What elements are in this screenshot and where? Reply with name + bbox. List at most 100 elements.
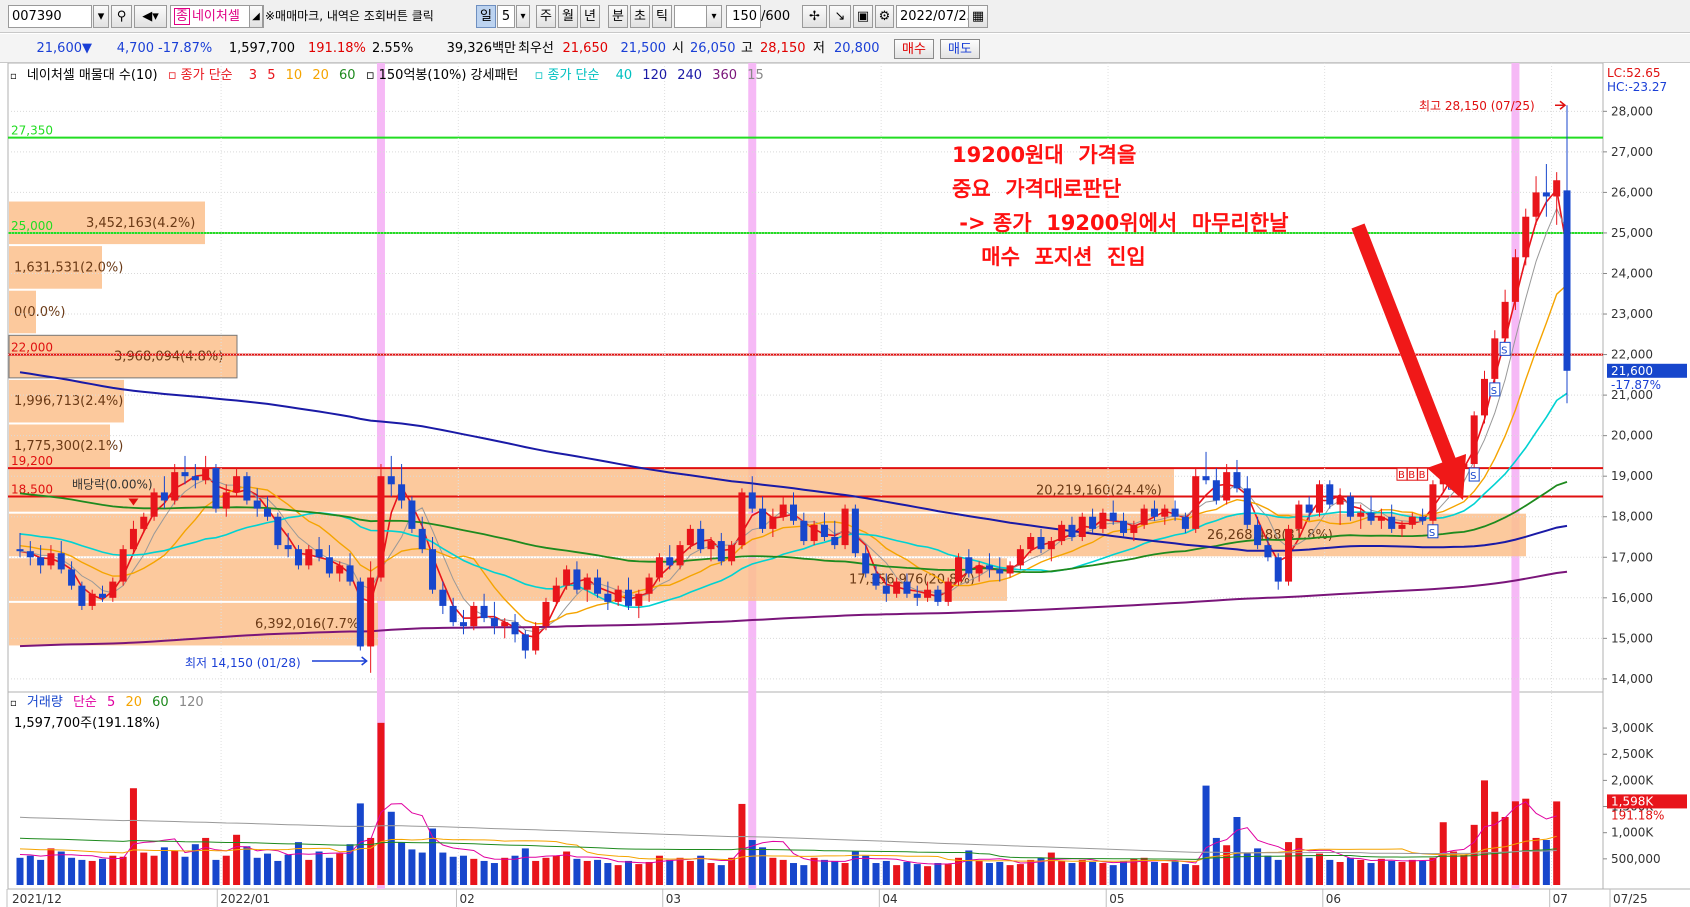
candle-body — [769, 516, 777, 529]
period-year-button[interactable]: 년 — [580, 5, 600, 28]
quote-bar: 21,600 ▼ 4,700 -17.87% 1,597,700 191.18%… — [0, 34, 1690, 63]
volume-bar — [1140, 857, 1148, 885]
volume-bar — [594, 859, 602, 885]
candle-body — [1295, 504, 1303, 529]
volume-bar — [1078, 859, 1086, 885]
volume-bar — [779, 859, 787, 885]
candle-body — [1274, 557, 1282, 582]
candle-body — [1480, 378, 1488, 416]
volume-legend-title: 거래량 — [26, 695, 63, 710]
candle-body — [851, 508, 859, 554]
candle-body — [1367, 512, 1375, 521]
trend-tool-icon[interactable]: ↘ — [829, 5, 851, 28]
volume-bar — [140, 852, 148, 885]
save-icon[interactable]: ▣ — [853, 5, 873, 28]
toolbar: 007390 ▾ ⚲ ◀▾ 종 네이처셀 ◢ ※매매마크, 내역은 조회버튼 클릭… — [0, 0, 1690, 33]
volume-bar — [325, 857, 333, 885]
count-input[interactable]: 150 — [726, 5, 761, 28]
candle-body — [748, 492, 756, 509]
search-icon[interactable]: ⚲ — [111, 5, 132, 28]
candle-body — [1377, 516, 1385, 521]
crosshair-icon[interactable]: ✢ — [802, 5, 827, 28]
candle-body — [759, 508, 767, 529]
volume-bar — [1501, 817, 1509, 885]
strong-marker-letter: S — [1429, 528, 1435, 539]
volume-bar — [284, 854, 292, 885]
current-price-tag: 21,600 — [1611, 364, 1653, 378]
candle-body — [882, 585, 890, 594]
period-day-button[interactable]: 일 — [476, 5, 496, 28]
down-arrow-icon: ▼ — [82, 41, 92, 56]
volume-bar — [1532, 837, 1540, 885]
candle-body — [521, 634, 529, 651]
volume-bar — [88, 860, 96, 885]
buy-marker-letter: B — [1419, 470, 1426, 481]
volume-bar — [1150, 861, 1158, 885]
candle-body — [1078, 516, 1086, 537]
volume-bar — [635, 864, 643, 885]
y-axis-tick-label: 16,000 — [1611, 591, 1653, 605]
volume-bar — [624, 860, 632, 885]
speaker-icon[interactable]: ◀▾ — [134, 5, 167, 28]
candle-body — [305, 549, 313, 566]
expand-corner-icon[interactable]: ◢ — [249, 5, 263, 28]
tick-dropdown-icon[interactable]: ▾ — [706, 5, 722, 28]
period-tick-button[interactable]: 틱 — [652, 5, 672, 28]
best-label: 최우선 — [518, 41, 554, 56]
volume-bar — [1161, 863, 1169, 885]
volume-bar — [68, 857, 76, 885]
volume-profile-label: 1,996,713(2.4%) — [14, 394, 123, 409]
candle-body — [800, 520, 808, 542]
calendar-icon[interactable]: ▦ — [968, 5, 988, 28]
sell-button[interactable]: 매도 — [940, 39, 980, 59]
volume-legend-ma-label: 단순 — [72, 695, 97, 710]
max-price-label: 최고 28,150 (07/25) — [1419, 99, 1535, 113]
period-month-button[interactable]: 월 — [558, 5, 578, 28]
candle-body — [429, 549, 437, 590]
y-axis-tick-label: 17,000 — [1611, 550, 1653, 564]
candle-body — [635, 593, 643, 606]
candle-body — [1429, 484, 1437, 521]
stock-code-input[interactable]: 007390 — [8, 5, 92, 28]
candle-body — [511, 622, 519, 635]
best-ask: 21,650 — [562, 41, 609, 56]
period-n-dropdown-icon[interactable]: ▾ — [516, 5, 530, 28]
candle-body — [140, 516, 148, 529]
volume-bar — [336, 853, 344, 885]
chevron-down-icon[interactable]: ▾ — [93, 5, 109, 28]
legend-ma-long-label: ▫ 종가 단순 — [534, 68, 600, 83]
volume-bar — [99, 858, 107, 885]
volume-profile-label: 0(0.0%) — [14, 305, 65, 320]
candle-body — [624, 589, 632, 606]
candle-body — [377, 476, 385, 578]
volume-bar — [1089, 861, 1097, 885]
period-week-button[interactable]: 주 — [536, 5, 556, 28]
volume-bar — [655, 855, 663, 885]
volume-profile-label: 1,775,300(2.1%) — [14, 439, 123, 454]
volume-bar — [944, 864, 952, 885]
gear-icon[interactable]: ⚙ — [875, 5, 894, 28]
y-axis-tick-label: 22,000 — [1611, 348, 1653, 362]
candle-body — [129, 528, 137, 550]
volume-bar — [1295, 837, 1303, 885]
period-second-button[interactable]: 초 — [630, 5, 650, 28]
period-n-input[interactable]: 5 — [497, 5, 515, 28]
legend-ma-60: 60 — [339, 68, 356, 83]
buy-button[interactable]: 매수 — [894, 39, 934, 59]
chart-area[interactable]: 3,452,163(4.2%) 1,631,531(2.0%) 0(0.0%) 3,9… — [0, 63, 1690, 907]
period-minute-button[interactable]: 분 — [608, 5, 628, 28]
volume-value: 1,597,700 — [228, 41, 295, 56]
annotation-line-4: 매수 포지션 진입 — [952, 245, 1146, 269]
price-chart[interactable]: 3,452,163(4.2%)1,631,531(2.0%)0(0.0%)3,9… — [0, 63, 1690, 907]
volume-bar — [1212, 837, 1220, 885]
horizontal-line-label: 19,200 — [11, 454, 53, 468]
volume-current-tag: 1,598K — [1611, 794, 1654, 808]
candle-body — [1408, 516, 1416, 525]
volume-bar — [769, 857, 777, 885]
candle-body — [1254, 524, 1262, 546]
volume-bar — [181, 856, 189, 885]
candle-body — [109, 581, 117, 598]
volume-profile-label: 3,968,094(4.8%) — [114, 350, 223, 365]
candle-body — [1315, 484, 1323, 513]
candle-body — [1501, 301, 1509, 339]
